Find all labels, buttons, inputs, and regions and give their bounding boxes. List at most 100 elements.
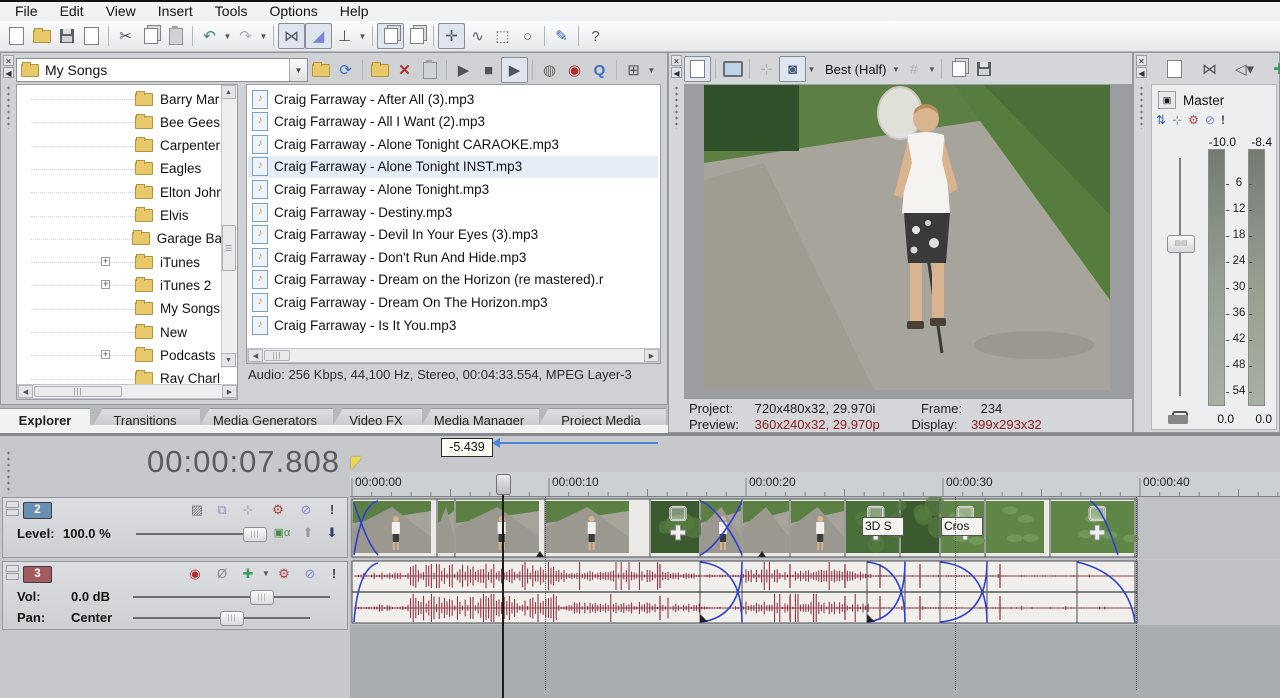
tree-item[interactable]: Elvis <box>17 206 222 226</box>
tree-item[interactable]: Garage Ba <box>17 229 222 249</box>
save-snapshot-button[interactable] <box>971 57 996 81</box>
mute-icon[interactable]: ⊘ <box>297 501 315 518</box>
new-project-button[interactable] <box>4 24 29 48</box>
delete-button[interactable]: ✕ <box>392 58 417 82</box>
paste-button[interactable] <box>163 24 188 48</box>
quality-dropdown-icon2[interactable]: ▼ <box>890 57 901 81</box>
composite-mode-icon[interactable]: ⬇ <box>323 524 341 541</box>
panel-grip[interactable] <box>1139 85 1144 129</box>
menu-tools[interactable]: Tools <box>204 2 259 21</box>
menu-options[interactable]: Options <box>258 2 328 21</box>
audio-track-lane[interactable] <box>350 560 1280 625</box>
menu-file[interactable]: File <box>4 2 49 21</box>
solo-icon[interactable]: ! <box>323 501 341 518</box>
file-list-item[interactable]: ♪ Craig Farraway - Dream On The Horizon.… <box>248 291 658 313</box>
split-screen-button[interactable]: ⊹ <box>754 57 779 81</box>
start-preview-button[interactable]: ▶ <box>451 58 476 82</box>
solo-icon[interactable]: ! <box>325 565 343 582</box>
zoom-edit-tool-button[interactable]: ○ <box>515 24 540 48</box>
undo-dropdown[interactable]: ▼ <box>222 24 233 48</box>
cursor-handle[interactable] <box>496 474 511 495</box>
file-list-item[interactable]: ♪ Craig Farraway - Is It You.mp3 <box>248 314 658 336</box>
views-button[interactable]: ⊞ <box>621 58 646 82</box>
file-list-item[interactable]: ♪ Craig Farraway - Alone Tonight.mp3 <box>248 178 658 200</box>
normal-edit-tool-button[interactable]: ✛ <box>438 23 465 49</box>
track-motion-icon[interactable]: ⧉ <box>213 501 231 518</box>
get-media-button[interactable]: ◉ <box>562 58 587 82</box>
file-list-item[interactable]: ♪ Craig Farraway - Destiny.mp3 <box>248 201 658 223</box>
pen-tool-button[interactable]: ✎ <box>549 24 574 48</box>
preview-quality-button[interactable]: ◙ <box>779 56 806 82</box>
tree-item[interactable]: Barry Mar <box>17 89 222 109</box>
tree-scroll-down-icon[interactable]: ▼ <box>221 353 236 367</box>
quality-value[interactable]: Best (Half) <box>825 62 886 77</box>
track-fx-plug-icon[interactable]: ✚ <box>239 565 257 582</box>
project-properties-button[interactable] <box>79 24 104 48</box>
collapse-panel-icon[interactable]: ◀ <box>3 67 14 78</box>
invert-phase-icon[interactable]: Ø <box>213 565 231 582</box>
edit-cursor[interactable] <box>502 492 504 698</box>
video-track-lane[interactable] <box>350 497 1280 559</box>
redo-dropdown[interactable]: ▼ <box>258 24 269 48</box>
transition-3d-label[interactable]: 3D S <box>862 517 904 536</box>
grid-dropdown-icon[interactable]: ▼ <box>926 57 937 81</box>
bypass-motion-blur-icon[interactable]: ▨ <box>188 501 206 518</box>
tree-expander-icon[interactable]: + <box>101 350 110 360</box>
address-combobox[interactable]: My Songs ▼ <box>16 58 308 82</box>
stop-preview-button[interactable]: ■ <box>476 58 501 82</box>
track-minimize-button[interactable] <box>6 565 19 572</box>
cut-button[interactable]: ✂ <box>113 24 138 48</box>
track-minimize-button[interactable] <box>6 501 19 508</box>
tree-item[interactable]: Eagles <box>17 159 222 179</box>
tree-item[interactable]: Bee Gees <box>17 112 222 132</box>
open-button[interactable] <box>29 24 54 48</box>
copy-snapshot-button[interactable] <box>946 57 971 81</box>
auto-preview-button[interactable]: ▶ <box>501 57 528 83</box>
tab-explorer[interactable]: Explorer <box>0 408 90 431</box>
track-fx-icon[interactable]: ▣α <box>273 524 291 541</box>
menu-view[interactable]: View <box>95 2 147 21</box>
post-edit-ripple-button[interactable]: ⊥ <box>332 24 357 48</box>
composite-level-icon[interactable]: ⊹ <box>239 501 257 518</box>
tree-expander-icon[interactable]: + <box>101 280 110 290</box>
tree-scroll-left-icon[interactable]: ◀ <box>18 385 33 398</box>
close-panel-icon[interactable]: ✕ <box>3 55 14 66</box>
quality-dropdown-icon[interactable]: ▼ <box>806 57 817 81</box>
tree-item[interactable]: My Songs <box>17 299 222 319</box>
tree-scroll-up-icon[interactable]: ▲ <box>221 85 236 99</box>
ripple-dropdown[interactable]: ▼ <box>357 24 368 48</box>
menu-insert[interactable]: Insert <box>147 2 204 21</box>
volume-slider[interactable]: ||| <box>133 590 330 605</box>
file-list-item[interactable]: ♪ Craig Farraway - Alone Tonight INST.mp… <box>248 155 658 178</box>
up-folder-button[interactable] <box>308 58 333 82</box>
redo-button[interactable]: ↷ <box>233 24 258 48</box>
filelist-scroll-right-icon[interactable]: ▶ <box>644 349 659 362</box>
automatic-crossfades-button[interactable]: ⋈ <box>278 23 305 49</box>
time-display[interactable]: 00:00:07.808 <box>40 444 340 480</box>
solo-icon[interactable]: ! <box>1221 113 1225 127</box>
media-manager-button[interactable]: ◍ <box>537 58 562 82</box>
mixer-properties-button[interactable] <box>1162 57 1187 81</box>
envelope-edit-tool-button[interactable]: ∿ <box>465 24 490 48</box>
file-list-item[interactable]: ♪ Craig Farraway - Devil In Your Eyes (3… <box>248 224 658 246</box>
whats-this-help-button[interactable]: ? <box>583 24 608 48</box>
filelist-scroll-left-icon[interactable]: ◀ <box>248 349 263 362</box>
file-list-item[interactable]: ♪ Craig Farraway - Dream on the Horizon … <box>248 269 658 291</box>
master-fader-track[interactable] <box>1179 158 1181 396</box>
timeline-grip[interactable] <box>6 450 11 494</box>
paste-file-button[interactable] <box>417 58 442 82</box>
close-panel-icon[interactable]: ✕ <box>671 55 682 66</box>
mute-icon[interactable]: ⊘ <box>1205 113 1215 127</box>
ignore-event-grouping-button[interactable] <box>404 24 429 48</box>
save-button[interactable] <box>54 24 79 48</box>
undo-button[interactable]: ↶ <box>197 24 222 48</box>
tree-item[interactable]: Podcasts <box>17 345 222 365</box>
track-restore-button[interactable] <box>6 573 19 580</box>
fx-dropdown-icon[interactable]: ▼ <box>257 565 275 582</box>
time-ruler[interactable]: 00:00:00 00:00:10 00:00:20 00:00:30 00:0… <box>350 472 1280 497</box>
tree-item[interactable]: iTunes <box>17 252 222 272</box>
auto-ripple-button[interactable]: ◢ <box>305 23 332 49</box>
tree-item[interactable]: New <box>17 322 222 342</box>
preview-properties-button[interactable] <box>684 56 711 82</box>
filelist-hscrollbar[interactable]: ◀ ||| ▶ <box>247 348 660 363</box>
